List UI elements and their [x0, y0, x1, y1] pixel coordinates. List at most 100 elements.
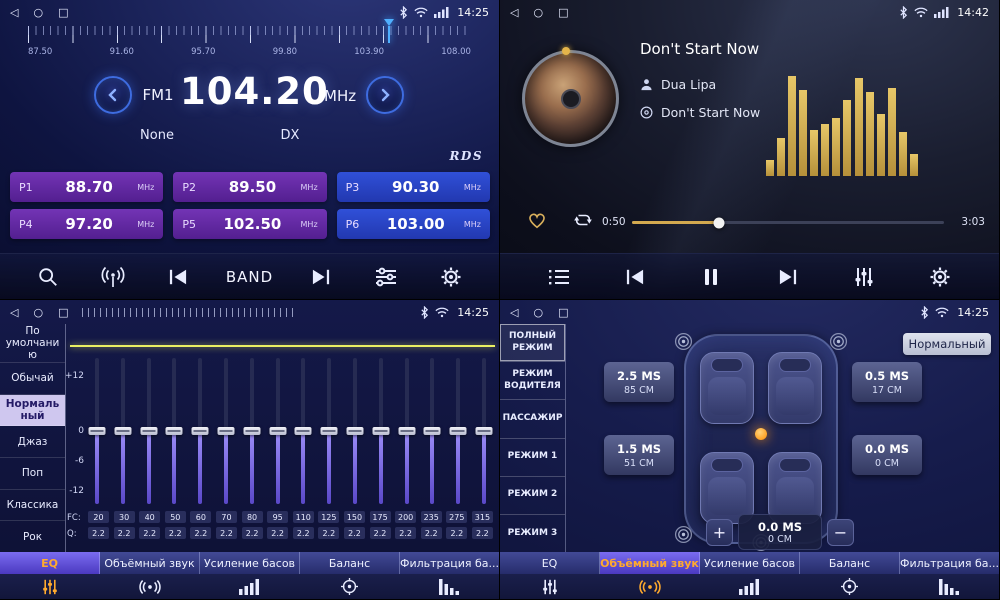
- balance-tab-icon[interactable]: [299, 574, 399, 599]
- tune-up-button[interactable]: [366, 76, 404, 114]
- eq-preset-item[interactable]: Обычай: [0, 363, 65, 395]
- skip-previous-icon[interactable]: [618, 260, 652, 294]
- frequency-ruler[interactable]: 87.5091.6095.7099.80103.90108.00: [28, 26, 471, 60]
- tab-bass[interactable]: Усиление басов: [200, 552, 300, 574]
- filter-tab-icon[interactable]: [899, 574, 999, 599]
- seat-front-left[interactable]: [700, 352, 754, 424]
- mode-item[interactable]: РЕЖИМ ВОДИТЕЛЯ: [500, 362, 565, 400]
- search-icon[interactable]: [31, 260, 65, 294]
- seek-bar[interactable]: [632, 221, 944, 224]
- eq-band-slider[interactable]: [217, 358, 235, 504]
- eq-preset-item[interactable]: Нормальный: [0, 395, 65, 427]
- eq-band-slider[interactable]: [243, 358, 261, 504]
- eq-slider-handle[interactable]: [140, 427, 157, 435]
- eq-band-slider[interactable]: [294, 358, 312, 504]
- playlist-icon[interactable]: [542, 260, 576, 294]
- settings-gear-icon[interactable]: [434, 260, 468, 294]
- eq-slider-handle[interactable]: [346, 427, 363, 435]
- back-icon[interactable]: ◁: [10, 307, 18, 318]
- tab-surround[interactable]: Объёмный звук: [600, 552, 700, 574]
- eq-preset-item[interactable]: Поп: [0, 458, 65, 490]
- skip-next-icon[interactable]: [304, 260, 338, 294]
- mode-item[interactable]: РЕЖИМ 2: [500, 477, 565, 515]
- eq-band-slider[interactable]: [140, 358, 158, 504]
- eq-preset-item[interactable]: Джаз: [0, 426, 65, 458]
- balance-tab-icon[interactable]: [799, 574, 899, 599]
- eq-preset-item[interactable]: Классика: [0, 490, 65, 522]
- preset-button-p1[interactable]: P188.70MHz: [10, 172, 163, 202]
- bass-tab-icon[interactable]: [200, 574, 300, 599]
- skip-previous-icon[interactable]: [161, 260, 195, 294]
- eq-band-slider[interactable]: [372, 358, 390, 504]
- surround-tab-icon[interactable]: [600, 574, 700, 599]
- tab-balance[interactable]: Баланс: [800, 552, 900, 574]
- eq-slider-handle[interactable]: [321, 427, 338, 435]
- tab-filter[interactable]: Фильтрация ба...: [900, 552, 999, 574]
- sound-profile-button[interactable]: Нормальный: [903, 333, 991, 355]
- eq-slider-handle[interactable]: [269, 427, 286, 435]
- eq-band-slider[interactable]: [191, 358, 209, 504]
- filter-tab-icon[interactable]: [399, 574, 499, 599]
- repeat-icon[interactable]: [572, 211, 594, 233]
- eq-slider-handle[interactable]: [114, 427, 131, 435]
- back-icon[interactable]: ◁: [510, 307, 518, 318]
- delay-rear-left[interactable]: 1.5 MS 51 CM: [604, 435, 674, 475]
- decrease-button[interactable]: −: [827, 519, 854, 546]
- eq-band-slider[interactable]: [398, 358, 416, 504]
- back-icon[interactable]: ◁: [510, 7, 518, 18]
- pause-icon[interactable]: [694, 260, 728, 294]
- recents-icon[interactable]: □: [58, 307, 68, 318]
- bass-tab-icon[interactable]: [700, 574, 800, 599]
- recents-icon[interactable]: □: [558, 7, 568, 18]
- seek-bar-knob[interactable]: [714, 217, 725, 228]
- recents-icon[interactable]: □: [558, 307, 568, 318]
- tab-surround[interactable]: Объёмный звук: [100, 552, 200, 574]
- home-icon[interactable]: ○: [533, 7, 543, 18]
- eq-slider-handle[interactable]: [424, 427, 441, 435]
- skip-next-icon[interactable]: [771, 260, 805, 294]
- mode-item[interactable]: РЕЖИМ 1: [500, 439, 565, 477]
- surround-tab-icon[interactable]: [100, 574, 200, 599]
- broadcast-icon[interactable]: [96, 260, 130, 294]
- back-icon[interactable]: ◁: [10, 7, 18, 18]
- preset-button-p2[interactable]: P289.50MHz: [173, 172, 326, 202]
- delay-front-right[interactable]: 0.5 MS 17 CM: [852, 362, 922, 402]
- preset-button-p4[interactable]: P497.20MHz: [10, 209, 163, 239]
- home-icon[interactable]: ○: [533, 307, 543, 318]
- eq-slider-handle[interactable]: [450, 427, 467, 435]
- eq-slider-handle[interactable]: [243, 427, 260, 435]
- eq-slider-handle[interactable]: [398, 427, 415, 435]
- eq-tab-icon[interactable]: [500, 574, 600, 599]
- eq-tab-icon[interactable]: [0, 574, 100, 599]
- tab-balance[interactable]: Баланс: [300, 552, 400, 574]
- band-button[interactable]: BAND: [226, 260, 273, 294]
- settings-gear-icon[interactable]: [923, 260, 957, 294]
- mode-item[interactable]: ПАССАЖИР: [500, 400, 565, 438]
- recents-icon[interactable]: □: [58, 7, 68, 18]
- eq-slider-handle[interactable]: [89, 427, 106, 435]
- home-icon[interactable]: ○: [33, 7, 43, 18]
- eq-band-slider[interactable]: [165, 358, 183, 504]
- eq-slider-handle[interactable]: [217, 427, 234, 435]
- preset-button-p6[interactable]: P6103.00MHz: [337, 209, 490, 239]
- eq-slider-handle[interactable]: [295, 427, 312, 435]
- mode-item[interactable]: РЕЖИМ 3: [500, 515, 565, 553]
- preset-button-p5[interactable]: P5102.50MHz: [173, 209, 326, 239]
- seat-front-right[interactable]: [768, 352, 822, 424]
- eq-band-slider[interactable]: [475, 358, 493, 504]
- tab-bass[interactable]: Усиление басов: [700, 552, 800, 574]
- delay-rear-right[interactable]: 0.0 MS 0 CM: [852, 435, 922, 475]
- eq-band-slider[interactable]: [449, 358, 467, 504]
- eq-slider-handle[interactable]: [192, 427, 209, 435]
- eq-slider-handle[interactable]: [475, 427, 492, 435]
- eq-band-slider[interactable]: [320, 358, 338, 504]
- tab-eq[interactable]: EQ: [500, 552, 600, 574]
- eq-band-slider[interactable]: [423, 358, 441, 504]
- tune-down-button[interactable]: [94, 76, 132, 114]
- eq-preset-item[interactable]: По умолчанию: [0, 324, 65, 363]
- equalizer-icon[interactable]: [847, 260, 881, 294]
- tab-eq[interactable]: EQ: [0, 552, 100, 574]
- eq-band-slider[interactable]: [346, 358, 364, 504]
- mode-item[interactable]: ПОЛНЫЙ РЕЖИМ: [500, 324, 565, 362]
- preset-button-p3[interactable]: P390.30MHz: [337, 172, 490, 202]
